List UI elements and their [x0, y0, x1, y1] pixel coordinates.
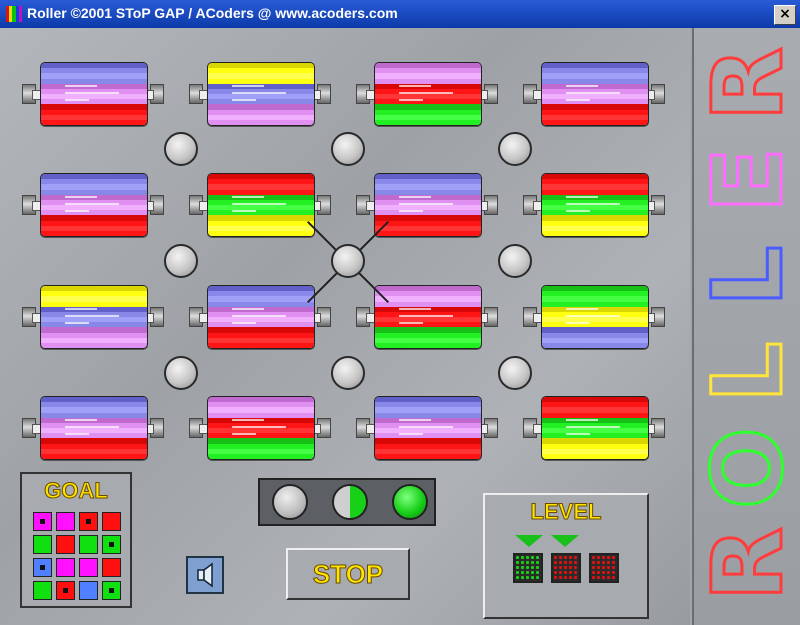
roller-r2c3 — [356, 173, 498, 237]
logo-letter: L — [691, 340, 800, 404]
goal-label: GOAL — [44, 478, 109, 504]
goal-cell — [79, 512, 98, 531]
level-icon-1[interactable] — [513, 553, 543, 583]
game-window: Roller ©2001 SToP GAP / ACoders @ www.ac… — [0, 0, 800, 625]
goal-cell — [33, 512, 52, 531]
level-panel: LEVEL — [483, 493, 649, 619]
speaker-icon — [197, 562, 213, 588]
goal-cell — [33, 581, 52, 600]
roller-r4c4 — [523, 396, 665, 460]
rotate-knob-r1c2[interactable] — [331, 132, 365, 166]
goal-cell — [33, 535, 52, 554]
roller-r1c4 — [523, 62, 665, 126]
status-light-2 — [332, 484, 368, 520]
rotate-knob-r3c3[interactable] — [498, 356, 532, 390]
goal-cell — [102, 535, 121, 554]
level-label: LEVEL — [530, 499, 602, 525]
status-lights — [258, 478, 436, 526]
window-title: Roller ©2001 SToP GAP / ACoders @ www.ac… — [27, 5, 398, 21]
roller-logo: RELLOR — [691, 28, 800, 625]
roller-r4c3 — [356, 396, 498, 460]
roller-logo-panel: RELLOR — [691, 28, 800, 625]
roller-r3c3 — [356, 285, 498, 349]
roller-r4c2 — [189, 396, 331, 460]
level-marker — [515, 535, 543, 547]
roller-r2c1 — [22, 173, 164, 237]
status-light-3 — [392, 484, 428, 520]
rotate-knob-r2c2[interactable] — [331, 244, 365, 278]
goal-cell — [56, 535, 75, 554]
goal-cell — [79, 558, 98, 577]
goal-panel: GOAL — [20, 472, 132, 608]
roller-r3c2 — [189, 285, 331, 349]
goal-cell — [56, 581, 75, 600]
rotate-knob-r1c1[interactable] — [164, 132, 198, 166]
rotate-knob-r2c1[interactable] — [164, 244, 198, 278]
goal-cell — [56, 558, 75, 577]
goal-cell — [102, 558, 121, 577]
goal-cell — [79, 581, 98, 600]
roller-r2c4 — [523, 173, 665, 237]
level-icon-2[interactable] — [551, 553, 581, 583]
goal-cell — [102, 581, 121, 600]
logo-letter: R — [691, 526, 800, 603]
logo-letter: O — [691, 426, 800, 511]
logo-letter: L — [691, 244, 800, 308]
roller-r1c2 — [189, 62, 331, 126]
roller-r3c4 — [523, 285, 665, 349]
roller-r1c1 — [22, 62, 164, 126]
sound-toggle-button[interactable] — [186, 556, 224, 594]
app-icon — [6, 6, 23, 22]
rotate-knob-r3c2[interactable] — [331, 356, 365, 390]
roller-r4c1 — [22, 396, 164, 460]
rotate-knob-r2c3[interactable] — [498, 244, 532, 278]
goal-cell — [102, 512, 121, 531]
rotate-knob-r3c1[interactable] — [164, 356, 198, 390]
roller-r3c1 — [22, 285, 164, 349]
roller-r1c3 — [356, 62, 498, 126]
goal-cell — [56, 512, 75, 531]
game-board: GOAL STOP LEVEL — [0, 28, 690, 625]
logo-letter: E — [691, 146, 800, 215]
rotate-knob-r1c3[interactable] — [498, 132, 532, 166]
title-bar: Roller ©2001 SToP GAP / ACoders @ www.ac… — [0, 0, 800, 28]
status-light-1 — [272, 484, 308, 520]
close-button[interactable]: × — [774, 5, 796, 25]
stop-button[interactable]: STOP — [286, 548, 410, 600]
goal-cell — [79, 535, 98, 554]
goal-cell — [33, 558, 52, 577]
logo-letter: R — [691, 46, 800, 123]
level-icon-3[interactable] — [589, 553, 619, 583]
level-marker — [551, 535, 579, 547]
roller-r2c2 — [189, 173, 331, 237]
